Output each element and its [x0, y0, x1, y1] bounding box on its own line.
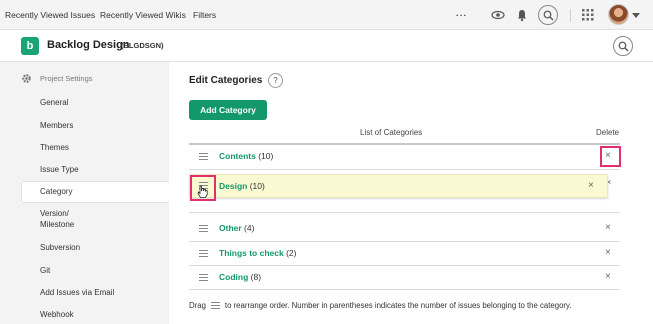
project-key: (BLGDSGN) [121, 41, 164, 50]
category-link[interactable]: Contents [219, 151, 256, 161]
category-count: (4) [244, 223, 255, 233]
apps-grid-icon[interactable] [582, 9, 596, 23]
category-link[interactable]: Design [219, 181, 247, 191]
row-divider [189, 289, 620, 290]
sidebar-item-general[interactable]: General [40, 97, 68, 108]
delete-header: Delete [596, 128, 620, 137]
caret-down-icon[interactable] [632, 11, 646, 25]
add-category-button[interactable]: Add Category [189, 100, 267, 120]
footer-help-text: Drag to rearrange order. Number in parent… [189, 301, 572, 310]
category-link[interactable]: Things to check [219, 248, 284, 258]
sidebar-item-add-issues-via-email[interactable]: Add Issues via Email [40, 287, 114, 298]
sidebar-item-members[interactable]: Members [40, 120, 73, 131]
drag-handle-icon [210, 301, 220, 310]
bell-icon[interactable] [515, 8, 529, 22]
sidebar-item-issue-type[interactable]: Issue Type [40, 164, 79, 175]
close-icon[interactable]: × [605, 247, 611, 259]
project-name[interactable]: Backlog Design [47, 39, 130, 51]
category-count: (8) [250, 272, 262, 282]
drag-handle-icon[interactable] [199, 250, 208, 258]
search-icon[interactable] [538, 5, 558, 25]
close-icon[interactable]: × [605, 271, 611, 283]
sidebar-item-git[interactable]: Git [40, 265, 50, 276]
sidebar-item-category[interactable]: Category [40, 186, 72, 197]
table-row: Other (4) × [189, 217, 620, 241]
page-title: Edit Categories [189, 75, 263, 86]
table-row: Contents (10) × [189, 145, 620, 169]
sidebar-item-themes[interactable]: Themes [40, 142, 69, 153]
category-link[interactable]: Other [219, 223, 242, 233]
category-link[interactable]: Coding [219, 272, 248, 282]
drag-handle-icon[interactable] [199, 274, 208, 282]
eye-icon[interactable] [491, 8, 505, 22]
drag-handle-icon[interactable] [199, 153, 208, 161]
filters-link[interactable]: Filters [193, 0, 216, 30]
help-icon[interactable]: ? [268, 73, 283, 88]
footer-text-end: to rearrange order. Number in parenthese… [224, 301, 572, 310]
global-header: Recently Viewed Issues Recently Viewed W… [0, 0, 653, 30]
footer-text-start: Drag [189, 301, 206, 310]
category-entry: Things to check (2) [219, 248, 296, 258]
avatar[interactable] [608, 4, 629, 25]
row-divider [189, 169, 620, 170]
category-count: (10) [258, 151, 274, 161]
category-count: (10) [249, 181, 265, 191]
highlight-box [190, 175, 216, 201]
close-icon[interactable]: × [605, 222, 611, 234]
drop-placeholder-divider [189, 212, 620, 213]
recently-viewed-wikis-link[interactable]: Recently Viewed Wikis [100, 0, 186, 30]
category-entry: Other (4) [219, 223, 254, 233]
highlight-box [600, 146, 621, 167]
sidebar-item-version-milestone[interactable]: Version/ Milestone [40, 208, 74, 230]
category-count: (2) [286, 248, 297, 258]
table-row: Things to check (2) × [189, 242, 620, 266]
table-row-dragging[interactable]: Design (10) × [189, 174, 608, 198]
drag-handle-icon[interactable] [199, 225, 208, 233]
table-row: Coding (8) × [189, 266, 620, 290]
project-logo[interactable]: b [21, 37, 39, 55]
sidebar-item-subversion[interactable]: Subversion [40, 242, 80, 253]
settings-sidebar: Project Settings General Members Themes … [0, 62, 169, 324]
category-entry: Contents (10) [219, 151, 273, 161]
project-search-icon[interactable] [613, 36, 633, 56]
more-icon[interactable]: ··· [456, 0, 468, 30]
category-entry: Design (10) [219, 181, 265, 191]
category-entry: Coding (8) [219, 272, 261, 282]
sidebar-item-webhook[interactable]: Webhook [40, 309, 74, 320]
recently-viewed-issues-link[interactable]: Recently Viewed Issues [5, 0, 95, 30]
project-header: b Backlog Design (BLGDSGN) [0, 31, 653, 62]
close-icon[interactable]: × [588, 180, 594, 192]
divider [570, 9, 571, 22]
gear-icon [21, 73, 32, 86]
project-settings-heading: Project Settings [40, 74, 93, 83]
list-header: List of Categories [360, 128, 423, 137]
